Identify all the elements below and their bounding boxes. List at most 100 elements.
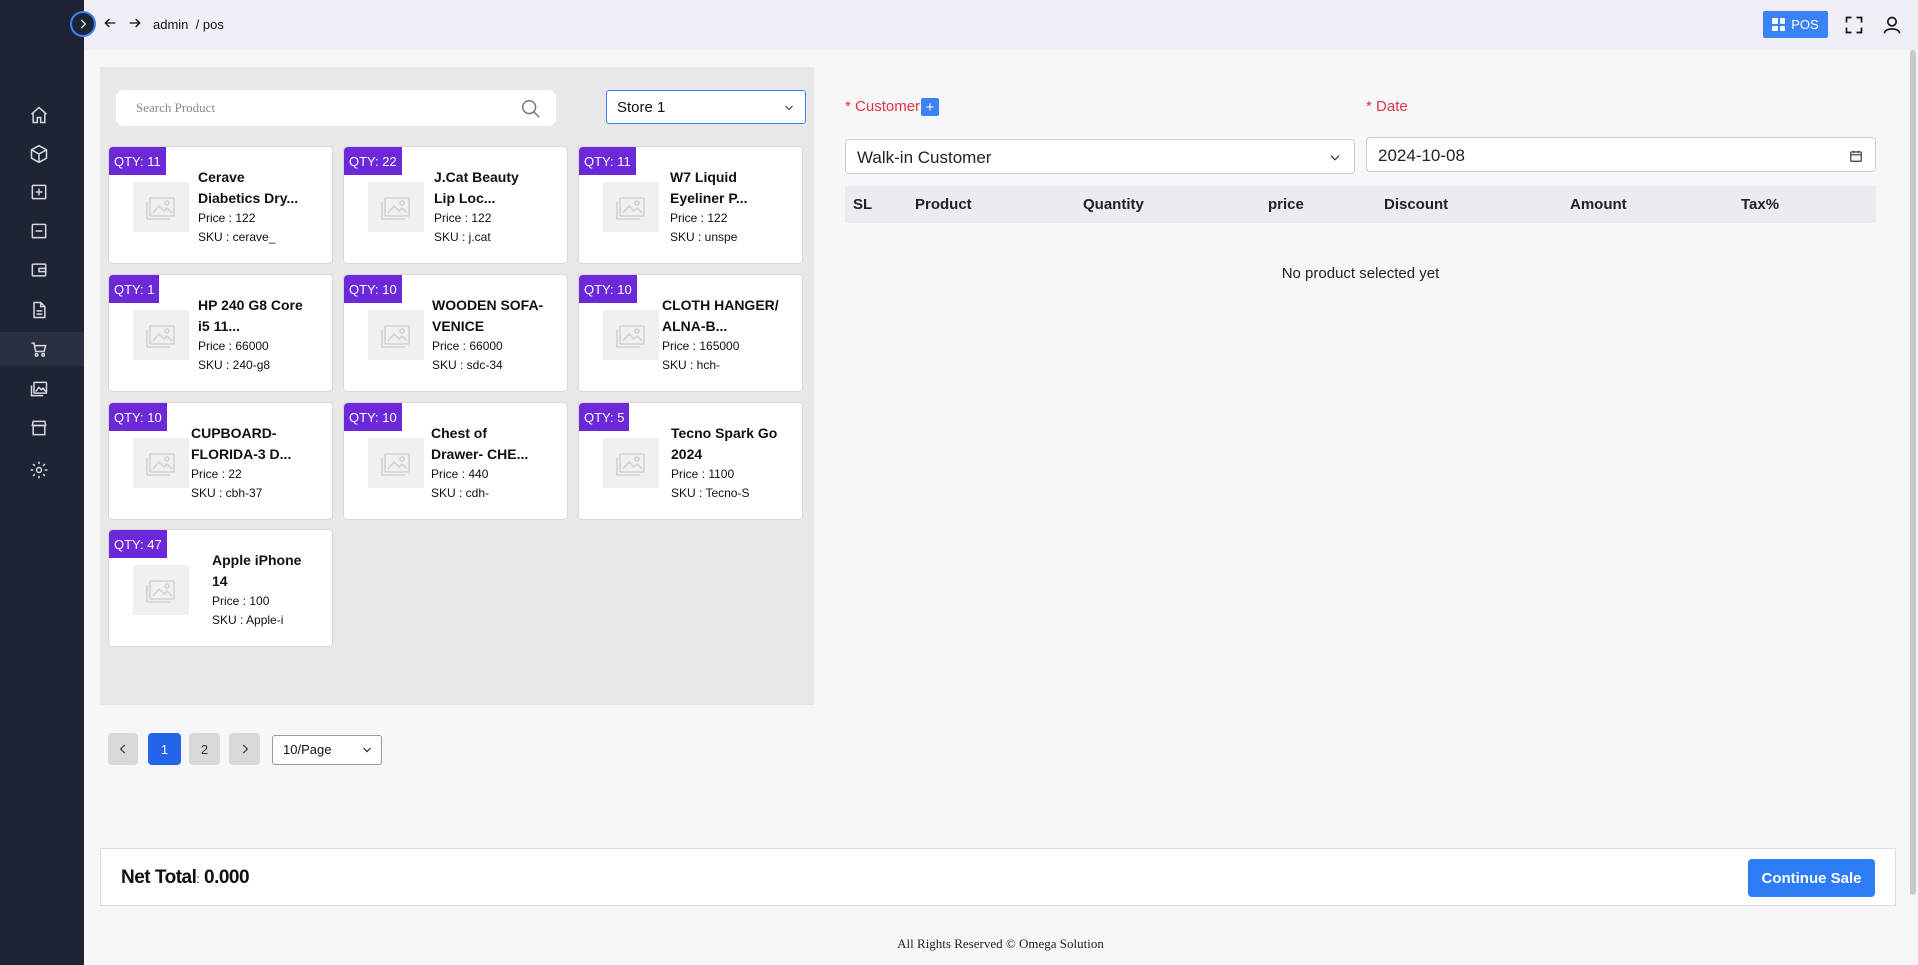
- document-icon[interactable]: [27, 298, 51, 322]
- product-card[interactable]: QTY: 11 Cerave Diabetics Dry... Price : 122…: [108, 146, 333, 264]
- product-info: Cerave Diabetics Dry... Price : 122 SKU : c…: [198, 167, 323, 247]
- product-name-line-1: CUPBOARD-: [191, 425, 277, 441]
- image-placeholder-icon: [603, 310, 659, 360]
- product-price: Price : 122: [198, 211, 256, 225]
- sidebar: [0, 0, 84, 965]
- next-page-button[interactable]: [229, 733, 260, 765]
- product-info: HP 240 G8 Core i5 11... Price : 66000 SKU :…: [198, 295, 323, 375]
- product-info: Apple iPhone 14 Price : 100 SKU : Apple-i: [212, 550, 337, 630]
- plus-square-icon[interactable]: [27, 180, 51, 204]
- product-name-line-2: Diabetics Dry...: [198, 190, 299, 206]
- product-sku: SKU : sdc-34: [432, 358, 503, 372]
- breadcrumb-admin[interactable]: admin: [153, 17, 188, 32]
- topbar: admin / pos POS: [70, 0, 1918, 50]
- chevron-right-icon: [242, 744, 248, 754]
- store-icon[interactable]: [27, 416, 51, 440]
- empty-cart-message: No product selected yet: [1281, 265, 1440, 282]
- product-card[interactable]: QTY: 22 J.Cat Beauty Lip Loc... Price : 122…: [343, 146, 568, 264]
- per-page-select[interactable]: 10/Page: [272, 735, 382, 765]
- product-name-line-2: Eyeliner P...: [670, 190, 748, 206]
- prev-page-button[interactable]: [108, 733, 138, 765]
- store-select[interactable]: Store 1: [606, 90, 806, 124]
- product-name-line-1: WOODEN SOFA-: [432, 297, 544, 313]
- column-header-amount: Amount: [1570, 196, 1627, 213]
- minus-square-icon[interactable]: [27, 219, 51, 243]
- back-arrow-icon[interactable]: [102, 15, 120, 33]
- product-card[interactable]: QTY: 10 CLOTH HANGER/ALNA-B... Price : 165…: [578, 274, 803, 392]
- product-info: J.Cat Beauty Lip Loc... Price : 122 SKU : j…: [434, 167, 559, 247]
- breadcrumb-pos[interactable]: / pos: [196, 17, 224, 32]
- pos-button-label: POS: [1791, 17, 1819, 32]
- search-icon[interactable]: [520, 98, 542, 120]
- product-name-line-2: Lip Loc...: [434, 190, 496, 206]
- qty-badge: QTY: 47: [109, 530, 167, 558]
- product-sku: SKU : cbh-37: [191, 486, 263, 500]
- product-sku: SKU : Apple-i: [212, 613, 284, 627]
- fullscreen-icon[interactable]: [1844, 15, 1866, 37]
- sidebar-toggle-button[interactable]: [70, 11, 96, 37]
- net-total-value: 0.000: [204, 867, 250, 888]
- user-icon[interactable]: [1882, 15, 1904, 37]
- product-sku: SKU : cerave_: [198, 230, 276, 244]
- column-header-price: price: [1268, 196, 1304, 213]
- product-sku: SKU : Tecno-S: [671, 486, 750, 500]
- product-card[interactable]: QTY: 10 Chest of Drawer- CHE... Price : 440…: [343, 402, 568, 520]
- page-scrollbar[interactable]: [1910, 50, 1916, 895]
- product-card[interactable]: QTY: 11 W7 Liquid Eyeliner P... Price : 122…: [578, 146, 803, 264]
- image-placeholder-icon: [603, 438, 659, 488]
- continue-sale-button[interactable]: Continue Sale: [1748, 859, 1875, 897]
- qty-badge: QTY: 5: [579, 403, 630, 431]
- product-name-line-2: i5 11...: [198, 318, 241, 334]
- product-card[interactable]: QTY: 10 CUPBOARD- FLORIDA-3 D... Price : 22…: [108, 402, 333, 520]
- date-field[interactable]: 2024-10-08: [1366, 137, 1876, 172]
- product-name-line-2: 14: [212, 573, 228, 589]
- forward-arrow-icon[interactable]: [127, 15, 145, 33]
- chevron-down-icon: [361, 744, 373, 756]
- column-header-tax: Tax%: [1741, 196, 1780, 213]
- product-price: Price : 66000: [198, 339, 269, 353]
- cart-icon[interactable]: [27, 337, 51, 361]
- column-header-product: Product: [915, 196, 972, 213]
- product-name-line-2: VENICE: [432, 318, 485, 334]
- chevron-down-icon: [783, 101, 795, 113]
- page-1-button[interactable]: 1: [148, 733, 181, 765]
- search-input[interactable]: [116, 90, 516, 126]
- gallery-icon[interactable]: [27, 377, 51, 401]
- product-card[interactable]: QTY: 1 HP 240 G8 Core i5 11... Price : 6600…: [108, 274, 333, 392]
- gear-icon[interactable]: [27, 458, 51, 482]
- product-sku: SKU : j.cat: [434, 230, 491, 244]
- wallet-icon[interactable]: [27, 258, 51, 282]
- image-placeholder-icon: [603, 182, 659, 232]
- product-info: WOODEN SOFA- VENICE Price : 66000 SKU : sdc…: [432, 295, 557, 375]
- home-icon[interactable]: [27, 103, 51, 127]
- store-select-value: Store 1: [617, 99, 666, 116]
- product-card[interactable]: QTY: 47 Apple iPhone 14 Price : 100 SKU : Ap…: [108, 529, 333, 647]
- product-price: Price : 122: [670, 211, 728, 225]
- customer-select[interactable]: Walk-in Customer: [845, 139, 1355, 174]
- qty-badge: QTY: 22: [344, 147, 402, 175]
- product-card[interactable]: QTY: 5 Tecno Spark Go 2024 Price : 1100 SKU …: [578, 402, 803, 520]
- search-box: [116, 90, 556, 126]
- product-card[interactable]: QTY: 10 WOODEN SOFA- VENICE Price : 66000 SK…: [343, 274, 568, 392]
- date-field-value: 2024-10-08: [1378, 146, 1465, 165]
- page-2-button[interactable]: 2: [189, 733, 220, 765]
- customer-required-mark: *: [845, 98, 851, 115]
- product-name-line-1: Cerave: [198, 169, 245, 185]
- product-sku: SKU : cdh-: [431, 486, 490, 500]
- qty-badge: QTY: 10: [344, 403, 402, 431]
- product-price: Price : 1100: [671, 467, 735, 481]
- box-icon[interactable]: [27, 142, 51, 166]
- customer-select-value: Walk-in Customer: [857, 148, 992, 167]
- product-sku: SKU : 240-g8: [198, 358, 271, 372]
- product-name-line-1: Apple iPhone: [212, 552, 302, 568]
- product-sku: SKU : unspe: [670, 230, 738, 244]
- pos-button[interactable]: POS: [1763, 11, 1828, 38]
- date-label: * Date: [1366, 98, 1408, 115]
- product-info: CUPBOARD- FLORIDA-3 D... Price : 22 SKU : c…: [191, 423, 316, 503]
- product-name-line-1: W7 Liquid: [670, 169, 737, 185]
- calendar-icon[interactable]: [1849, 148, 1863, 162]
- add-customer-button[interactable]: +: [921, 98, 939, 116]
- copyright-text: All Rights Reserved © Omega Solution: [897, 936, 1104, 951]
- product-price: Price : 440: [431, 467, 489, 481]
- product-info: W7 Liquid Eyeliner P... Price : 122 SKU : u…: [670, 167, 795, 247]
